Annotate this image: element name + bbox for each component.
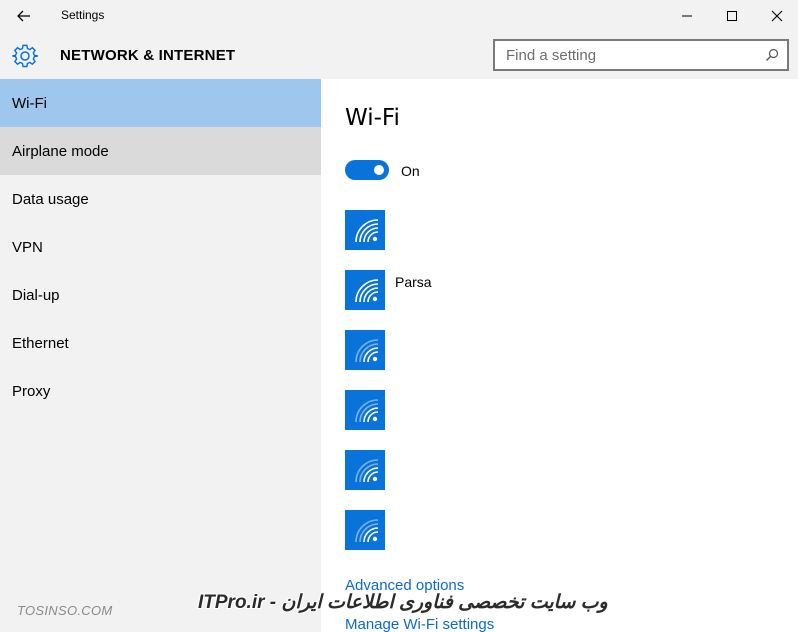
search-icon[interactable] — [765, 48, 779, 62]
minimize-button[interactable] — [664, 0, 710, 31]
manage-wifi-settings-link[interactable]: Manage Wi-Fi settings — [345, 616, 494, 632]
sidebar-item-dial-up[interactable]: Dial-up — [0, 271, 321, 319]
sidebar-item-label: VPN — [12, 238, 43, 256]
search-placeholder: Find a setting — [506, 47, 597, 64]
back-button[interactable] — [12, 6, 36, 26]
sidebar-item-label: Wi-Fi — [12, 94, 47, 112]
wifi-signal-icon — [345, 270, 385, 310]
network-item[interactable] — [345, 210, 765, 250]
sidebar-item-label: Dial-up — [12, 286, 60, 304]
close-icon — [771, 10, 783, 21]
network-item[interactable] — [345, 390, 765, 430]
wifi-signal-icon — [345, 390, 385, 430]
watermark-left: TOSINSO.COM — [17, 603, 113, 618]
network-name: Parsa — [395, 274, 432, 290]
sidebar-item-data-usage[interactable]: Data usage — [0, 175, 321, 223]
main-content: Wi-Fi On Parsa Advanced options Manage W… — [321, 79, 798, 632]
maximize-icon — [727, 10, 737, 21]
window-title: Settings — [61, 8, 105, 22]
toggle-knob — [374, 165, 384, 175]
close-button[interactable] — [754, 0, 798, 31]
sidebar-item-ethernet[interactable]: Ethernet — [0, 319, 321, 367]
sidebar-item-label: Airplane mode — [12, 142, 109, 160]
wifi-signal-icon — [345, 210, 385, 250]
network-item[interactable] — [345, 450, 765, 490]
wifi-signal-icon — [345, 330, 385, 370]
toggle-state-label: On — [401, 163, 420, 179]
section-title: NETWORK & INTERNET — [60, 47, 236, 64]
minimize-icon — [682, 15, 692, 16]
search-input[interactable]: Find a setting — [493, 39, 789, 71]
network-item[interactable]: Parsa — [345, 270, 765, 310]
header-bar: NETWORK & INTERNET Find a setting — [0, 31, 798, 79]
sidebar-item-label: Ethernet — [12, 334, 69, 352]
sidebar-item-proxy[interactable]: Proxy — [0, 367, 321, 415]
network-item[interactable] — [345, 330, 765, 370]
sidebar-item-label: Proxy — [12, 382, 51, 400]
sidebar-item-airplane-mode[interactable]: Airplane mode — [0, 127, 321, 175]
wifi-signal-icon — [345, 450, 385, 490]
sidebar: Wi-Fi Airplane mode Data usage VPN Dial-… — [0, 79, 321, 632]
watermark-right: ITPro.ir - وب سایت تخصصی فناوری اطلاعات … — [198, 592, 608, 613]
network-item[interactable] — [345, 510, 765, 550]
title-bar: Settings — [0, 0, 798, 31]
gear-icon — [12, 44, 38, 68]
page-title: Wi-Fi — [345, 105, 400, 131]
wifi-toggle[interactable] — [345, 160, 389, 180]
sidebar-item-label: Data usage — [12, 190, 89, 208]
back-arrow-icon — [17, 10, 30, 22]
sidebar-item-wifi[interactable]: Wi-Fi — [0, 79, 321, 127]
maximize-button[interactable] — [709, 0, 755, 31]
sidebar-item-vpn[interactable]: VPN — [0, 223, 321, 271]
wifi-signal-icon — [345, 510, 385, 550]
